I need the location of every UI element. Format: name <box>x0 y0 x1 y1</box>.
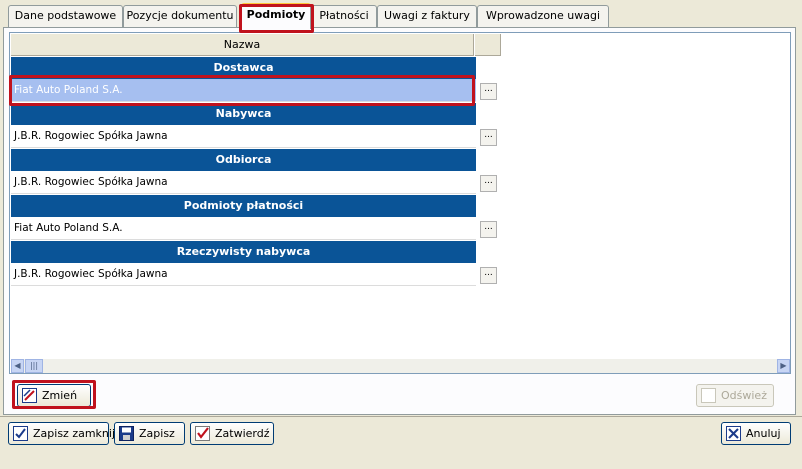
save-close-label: Zapisz zamknij <box>33 427 116 440</box>
checkmark-icon <box>195 426 210 441</box>
cancel-label: Anuluj <box>746 427 781 440</box>
tab-uwagi-z-faktury[interactable]: Uwagi z faktury <box>377 5 477 27</box>
approve-button[interactable]: Zatwierdź <box>190 422 274 445</box>
footer-divider <box>0 416 802 417</box>
scroll-right-arrow-icon[interactable]: ▶ <box>777 359 790 373</box>
change-button-highlight <box>12 380 96 409</box>
tab-wprowadzone-uwagi[interactable]: Wprowadzone uwagi <box>477 5 609 27</box>
tab-dane-podstawowe[interactable]: Dane podstawowe <box>8 5 123 27</box>
scroll-left-arrow-icon[interactable]: ◀ <box>11 359 24 373</box>
check-save-icon <box>13 426 28 441</box>
group-header-podmioty-platnosci: Podmioty płatności <box>11 195 476 217</box>
save-close-button[interactable]: Zapisz zamknij <box>8 422 115 445</box>
close-icon <box>726 426 741 441</box>
selected-row-highlight <box>9 75 475 106</box>
row-nabywca[interactable]: J.B.R. Rogowiec Spółka Jawna <box>11 125 476 148</box>
scroll-thumb[interactable]: ||| <box>25 359 43 373</box>
group-header-rzeczywisty-nabywca: Rzeczywisty nabywca <box>11 241 476 263</box>
tab-pozycje-dokumentu[interactable]: Pozycje dokumentu <box>123 5 237 27</box>
ellipsis-button-rzeczywisty-nabywca[interactable]: ... <box>480 267 497 284</box>
row-rzeczywisty-nabywca[interactable]: J.B.R. Rogowiec Spółka Jawna <box>11 263 476 286</box>
row-podmioty-platnosci[interactable]: Fiat Auto Poland S.A. <box>11 217 476 240</box>
cancel-button[interactable]: Anuluj <box>721 422 791 445</box>
save-label: Zapisz <box>139 427 175 440</box>
column-header-button <box>475 34 501 56</box>
row-odbiorca[interactable]: J.B.R. Rogowiec Spółka Jawna <box>11 171 476 194</box>
ellipsis-button-podmioty-platnosci[interactable]: ... <box>480 221 497 238</box>
ellipsis-button-nabywca[interactable]: ... <box>480 129 497 146</box>
tab-highlight <box>239 4 314 33</box>
approve-label: Zatwierdź <box>215 427 270 440</box>
ellipsis-button-odbiorca[interactable]: ... <box>480 175 497 192</box>
group-header-odbiorca: Odbiorca <box>11 149 476 171</box>
floppy-disk-icon <box>119 426 134 441</box>
column-header-nazwa: Nazwa <box>11 34 474 56</box>
refresh-button-label: Odśwież <box>721 389 767 402</box>
ellipsis-button-dostawca[interactable]: ... <box>480 83 497 100</box>
save-button[interactable]: Zapisz <box>114 422 185 445</box>
refresh-button[interactable]: Odśwież <box>696 384 774 407</box>
checkbox-icon <box>701 388 716 403</box>
tab-platnosci[interactable]: Płatności <box>311 5 377 27</box>
horizontal-scrollbar[interactable]: ◀ ||| ▶ <box>11 359 790 373</box>
group-header-nabywca: Nabywca <box>11 103 476 125</box>
